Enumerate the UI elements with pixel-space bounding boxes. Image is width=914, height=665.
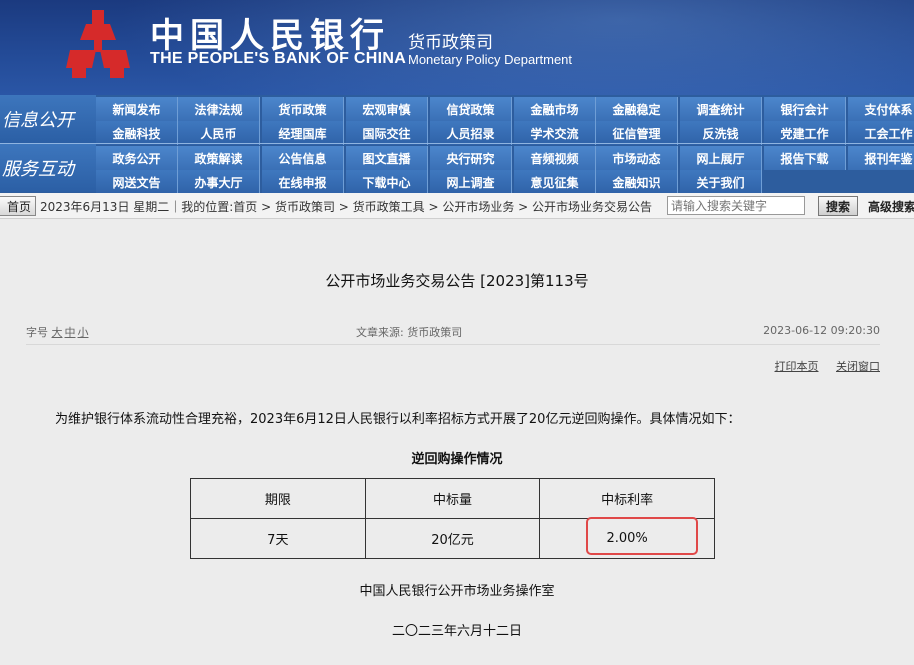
nav-item[interactable]: 人员招录 (430, 121, 512, 145)
nav-item[interactable]: 在线申报 (262, 170, 344, 194)
nav-item[interactable]: 宏观审慎 (346, 97, 428, 121)
article-intro: 为维护银行体系流动性合理充裕，2023年6月12日人民银行以利率招标方式开展了2… (55, 412, 741, 427)
nav-item[interactable]: 市场动态 (596, 146, 678, 170)
nav-item[interactable]: 金融市场 (514, 97, 596, 121)
nav-item[interactable]: 党建工作 (764, 121, 846, 145)
nav-item[interactable]: 办事大厅 (178, 170, 260, 194)
nav-item[interactable]: 公告信息 (262, 146, 344, 170)
home-button[interactable]: 首页 (0, 196, 36, 216)
nav-item[interactable]: 政策解读 (178, 146, 260, 170)
nav-item[interactable]: 银行会计 (764, 97, 846, 121)
nav-divider (0, 143, 914, 144)
nav-item[interactable]: 工会工作 (848, 121, 914, 145)
meta-divider (26, 344, 880, 345)
cell-amount: 20亿元 (364, 518, 541, 559)
page-actions: 打印本页 关闭窗口 (761, 358, 881, 374)
print-page-link[interactable]: 打印本页 (775, 360, 819, 373)
nav-item[interactable]: 报刊年鉴 (848, 146, 914, 170)
nav-item[interactable]: 关于我们 (680, 170, 762, 194)
nav-item[interactable]: 信贷政策 (430, 97, 512, 121)
department-name-cn: 货币政策司 (408, 33, 493, 53)
nav-section-info-public: 信息公开 (0, 95, 96, 143)
nav-item[interactable]: 金融稳定 (596, 97, 678, 121)
cell-term: 7天 (190, 518, 366, 559)
main-nav: 信息公开 服务互动 新闻发布 法律法规 货币政策 宏观审慎 信贷政策 金融市场 金融稳定 调查… (0, 95, 914, 194)
font-size-label: 字号 (26, 326, 48, 339)
nav-item[interactable]: 人民币 (178, 121, 260, 145)
nav-item[interactable]: 网送文告 (96, 170, 178, 194)
close-window-link[interactable]: 关闭窗口 (836, 360, 880, 373)
nav-item[interactable]: 金融知识 (596, 170, 678, 194)
breadcrumb-bar: 首页 2023年6月13日 星期二｜我的位置:首页 > 货币政策司 > 货币政策… (0, 193, 914, 219)
font-size-selector: 字号 大中小 (26, 324, 91, 340)
page-title: 公开市场业务交易公告 [2023]第113号 (325, 272, 589, 290)
nav-item[interactable]: 音频视频 (514, 146, 596, 170)
nav-item[interactable]: 网上调查 (430, 170, 512, 194)
nav-item[interactable]: 下载中心 (346, 170, 428, 194)
nav-item[interactable]: 报告下载 (764, 146, 846, 170)
font-size-small-link[interactable]: 小 (78, 326, 89, 339)
reverse-repo-table: 期限 中标量 中标利率 7天 20亿元 2.00% (190, 478, 715, 559)
nav-item[interactable]: 调查统计 (680, 97, 762, 121)
table-header-amount: 中标量 (364, 478, 541, 519)
advanced-search-link[interactable]: 高级搜索 (868, 198, 914, 215)
nav-item[interactable]: 经理国库 (262, 121, 344, 145)
table-header-row: 期限 中标量 中标利率 (190, 478, 715, 519)
article-datetime: 2023-06-12 09:20:30 (763, 324, 880, 337)
article-source: 文章来源: 货币政策司 (356, 326, 463, 339)
table-row: 7天 20亿元 2.00% (190, 517, 715, 559)
table-header-term: 期限 (190, 478, 366, 519)
search-input[interactable] (667, 196, 805, 215)
article-content: 公开市场业务交易公告 [2023]第113号 字号 大中小 文章来源: 货币政策… (0, 220, 914, 665)
search-button[interactable]: 搜索 (818, 196, 858, 216)
nav-item[interactable]: 国际交往 (346, 121, 428, 145)
nav-item[interactable]: 新闻发布 (96, 97, 178, 121)
nav-item[interactable]: 意见征集 (514, 170, 596, 194)
nav-item[interactable]: 图文直播 (346, 146, 428, 170)
nav-item[interactable]: 支付体系 (848, 97, 914, 121)
pboc-logo-icon (66, 10, 130, 78)
table-header-rate: 中标利率 (539, 478, 715, 519)
nav-item[interactable]: 央行研究 (430, 146, 512, 170)
nav-item[interactable]: 政务公开 (96, 146, 178, 170)
font-size-large-link[interactable]: 大 (52, 326, 63, 339)
nav-grid: 新闻发布 法律法规 货币政策 宏观审慎 信贷政策 金融市场 金融稳定 调查统计 银行会计 支付体系… (96, 95, 914, 194)
font-size-medium-link[interactable]: 中 (65, 326, 76, 339)
site-banner: 中国人民银行 THE PEOPLE'S BANK OF CHINA 货币政策司 … (0, 0, 914, 95)
table-title: 逆回购操作情况 (411, 452, 503, 467)
signature-org: 中国人民银行公开市场业务操作室 (359, 584, 555, 599)
bank-name-en: THE PEOPLE'S BANK OF CHINA (150, 50, 407, 67)
nav-item[interactable]: 网上展厅 (680, 146, 762, 170)
cell-rate-container: 2.00% (539, 517, 715, 559)
department-name-en: Monetary Policy Department (408, 52, 573, 67)
rate-highlight-box (586, 517, 699, 555)
signature-date: 二〇二三年六月十二日 (391, 624, 522, 639)
nav-item[interactable]: 反洗钱 (680, 121, 762, 145)
nav-section-service: 服务互动 (0, 144, 96, 192)
nav-item[interactable]: 征信管理 (596, 121, 678, 145)
nav-item[interactable]: 金融科技 (96, 121, 178, 145)
breadcrumb: 2023年6月13日 星期二｜我的位置:首页 > 货币政策司 > 货币政策工具 … (40, 200, 653, 214)
nav-item[interactable]: 货币政策 (262, 97, 344, 121)
article-meta: 字号 大中小 文章来源: 货币政策司 2023-06-12 09:20:30 (26, 324, 880, 342)
nav-item[interactable]: 法律法规 (178, 97, 260, 121)
nav-item[interactable]: 学术交流 (514, 121, 596, 145)
